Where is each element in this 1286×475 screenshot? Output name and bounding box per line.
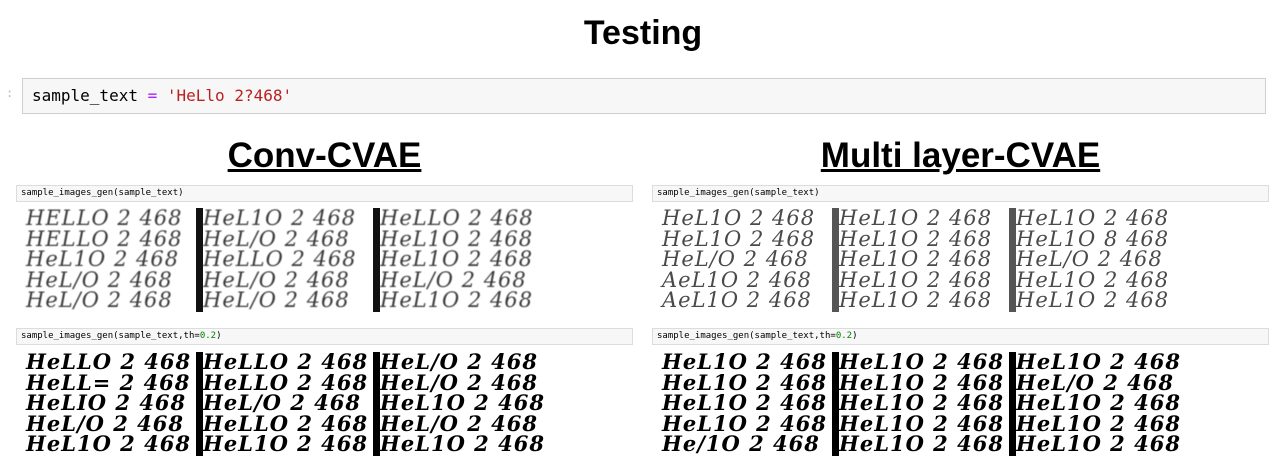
code-number: 0.2 [199,331,217,341]
code-call: sample_images_gen(sample_text) [657,188,820,198]
code-cell-sample-text[interactable]: sample_text = 'HeLlo 2?468' [22,78,1266,114]
sample-grid-threshold: HeLLO 2 468 HeLL= 2 468 HeLIO 2 468 HeL/O 2… [24,352,545,456]
code-cell-sample-gen[interactable]: sample_images_gen(sample_text) [16,185,633,202]
handwritten-sample-row: HeL1O 8 468 [1016,226,1170,251]
sample-panel: HeLLO 2 468 HeLLO 2 468 HeL/O 2 468 HeLLO 2… [201,352,373,456]
sample-grid-light: HeL1O 2 468 HeL1O 2 468 HeL/O 2 468 AeL1O 2… [660,208,1181,312]
sample-panel: HELLO 2 468 HELLO 2 468 HeL1O 2 468 HeL/O 2… [24,208,196,312]
handwritten-sample-row: HeLLO 2 468 [380,208,534,230]
code-operator: = [147,86,158,105]
handwritten-sample-row: HeL/O 2 468 [662,247,809,271]
handwritten-sample-row: HeL/O 2 468 [203,267,350,292]
code-call-prefix: sample_images_gen(sample_text,th= [21,331,200,341]
handwritten-sample-row: HeL1O 2 468 [380,390,545,415]
code-call-suffix: ) [852,331,858,341]
handwritten-sample-row: HeL1O 2 468 [1016,390,1181,415]
handwritten-sample-row: HeL1O 2 468 [380,226,534,251]
cell-prompt-marker: : [6,86,14,100]
handwritten-sample-row: HeL1O 2 468 [662,352,827,374]
sample-panel: HeL/O 2 468 HeL/O 2 468 HeL1O 2 468 HeL/O 2… [378,352,545,456]
code-cell-sample-gen-threshold[interactable]: sample_images_gen(sample_text,th=0.2) [652,328,1269,345]
handwritten-sample-row: HeL1O 2 468 [1016,208,1170,230]
code-string: 'HeLlo 2?468' [166,86,293,105]
handwritten-sample-row: HeL1O 2 468 [839,431,1004,456]
handwritten-sample-row: HeL/O 2 468 [26,288,173,312]
section-title-multi-layer-cvae: Multi layer-CVAE [820,136,1101,175]
handwritten-sample-row: HeL1O 2 468 [1016,267,1170,292]
section-title-conv-cvae: Conv-CVAE [227,136,422,175]
handwritten-sample-row: HeL1O 2 468 [380,431,545,456]
sample-panel: HeL1O 2 468 HeL/O 2 468 HeLLO 2 468 HeL/O 2… [201,208,373,312]
handwritten-sample-row: HeL/O 2 468 [380,352,538,374]
handwritten-sample-row: HeLIO 2 468 [26,390,187,415]
code-call-suffix: ) [216,331,222,341]
handwritten-sample-row: HeL1O 2 468 [662,226,816,251]
handwritten-sample-row: HeL1O 2 468 [203,208,357,230]
handwritten-sample-row: HeLLO 2 468 [26,352,192,374]
handwritten-sample-row: HeL/O 2 468 [203,288,350,312]
sample-grid-gray: HELLO 2 468 HELLO 2 468 HeL1O 2 468 HeL/O 2… [24,208,545,312]
sample-panel: HeLLO 2 468 HeL1O 2 468 HeL1O 2 468 HeL/O 2… [378,208,545,312]
handwritten-sample-row: HeL/O 2 468 [26,267,173,292]
sample-panel: HeL1O 2 468 HeL1O 8 468 HeL/O 2 468 HeL1O 2… [1014,208,1181,312]
handwritten-sample-row: HeL/O 2 468 [203,226,350,251]
sample-panel: HeL1O 2 468 HeL1O 2 468 HeL1O 2 468 HeL1O 2… [837,352,1009,456]
handwritten-sample-row: HeL1O 2 468 [839,390,1004,415]
code-call: sample_images_gen(sample_text) [21,188,184,198]
handwritten-sample-row: AeL1O 2 468 [662,267,812,292]
handwritten-sample-row: HeL1O 2 468 [26,431,191,456]
code-cell-sample-gen[interactable]: sample_images_gen(sample_text) [652,185,1269,202]
handwritten-sample-row: HeL1O 2 468 [380,288,534,312]
code-number: 0.2 [835,331,853,341]
handwritten-sample-row: HeL1O 2 468 [839,352,1004,374]
handwritten-sample-row: HeL1O 2 468 [203,431,368,456]
handwritten-sample-row: HeLLO 2 468 [203,352,369,374]
handwritten-sample-row: HeL1O 2 468 [839,208,993,230]
handwritten-sample-row: HeL1O 2 468 [839,288,993,312]
sample-panel: HeL1O 2 468 HeL1O 2 468 HeL1O 2 468 HeL1O 2… [837,208,1009,312]
handwritten-sample-row: HELLO 2 468 [26,226,183,251]
code-call-prefix: sample_images_gen(sample_text,th= [657,331,836,341]
handwritten-sample-row: HeL1O 2 468 [662,390,827,415]
handwritten-sample-row: HeL1O 2 468 [839,247,993,271]
code-variable: sample_text [32,86,138,105]
sample-panel: HeL1O 2 468 HeL1O 2 468 HeL/O 2 468 AeL1O 2… [660,208,832,312]
handwritten-sample-row: He/1O 2 468 [662,431,820,456]
handwritten-sample-row: HeL1O 2 468 [380,247,534,271]
sample-grid-threshold: HeL1O 2 468 HeL1O 2 468 HeL1O 2 468 HeL1O 2… [660,352,1181,456]
sample-panel: HeL1O 2 468 HeL/O 2 468 HeL1O 2 468 HeL1O 2… [1014,352,1181,456]
handwritten-sample-row: HeL1O 2 468 [839,226,993,251]
handwritten-sample-row: AeL1O 2 468 [662,288,812,312]
sample-panel: HeLLO 2 468 HeLL= 2 468 HeLIO 2 468 HeL/O 2… [24,352,196,456]
handwritten-sample-row: HeL1O 2 468 [662,208,816,230]
handwritten-sample-row: HeL/O 2 468 [380,267,527,292]
handwritten-sample-row: HeL1O 2 468 [26,247,180,271]
handwritten-sample-row: HeL1O 2 468 [1016,288,1170,312]
handwritten-sample-row: HeLLO 2 468 [203,247,357,271]
sample-panel: HeL1O 2 468 HeL1O 2 468 HeL1O 2 468 HeL1O 2… [660,352,832,456]
handwritten-sample-row: HeL/O 2 468 [203,390,361,415]
handwritten-sample-row: HeL1O 2 468 [839,267,993,292]
code-cell-sample-gen-threshold[interactable]: sample_images_gen(sample_text,th=0.2) [16,328,633,345]
handwritten-sample-row: HeL1O 2 468 [1016,431,1181,456]
page-title: Testing [583,14,703,52]
handwritten-sample-row: HELLO 2 468 [26,208,183,230]
handwritten-sample-row: HeL1O 2 468 [1016,352,1181,374]
handwritten-sample-row: HeL/O 2 468 [1016,247,1163,271]
